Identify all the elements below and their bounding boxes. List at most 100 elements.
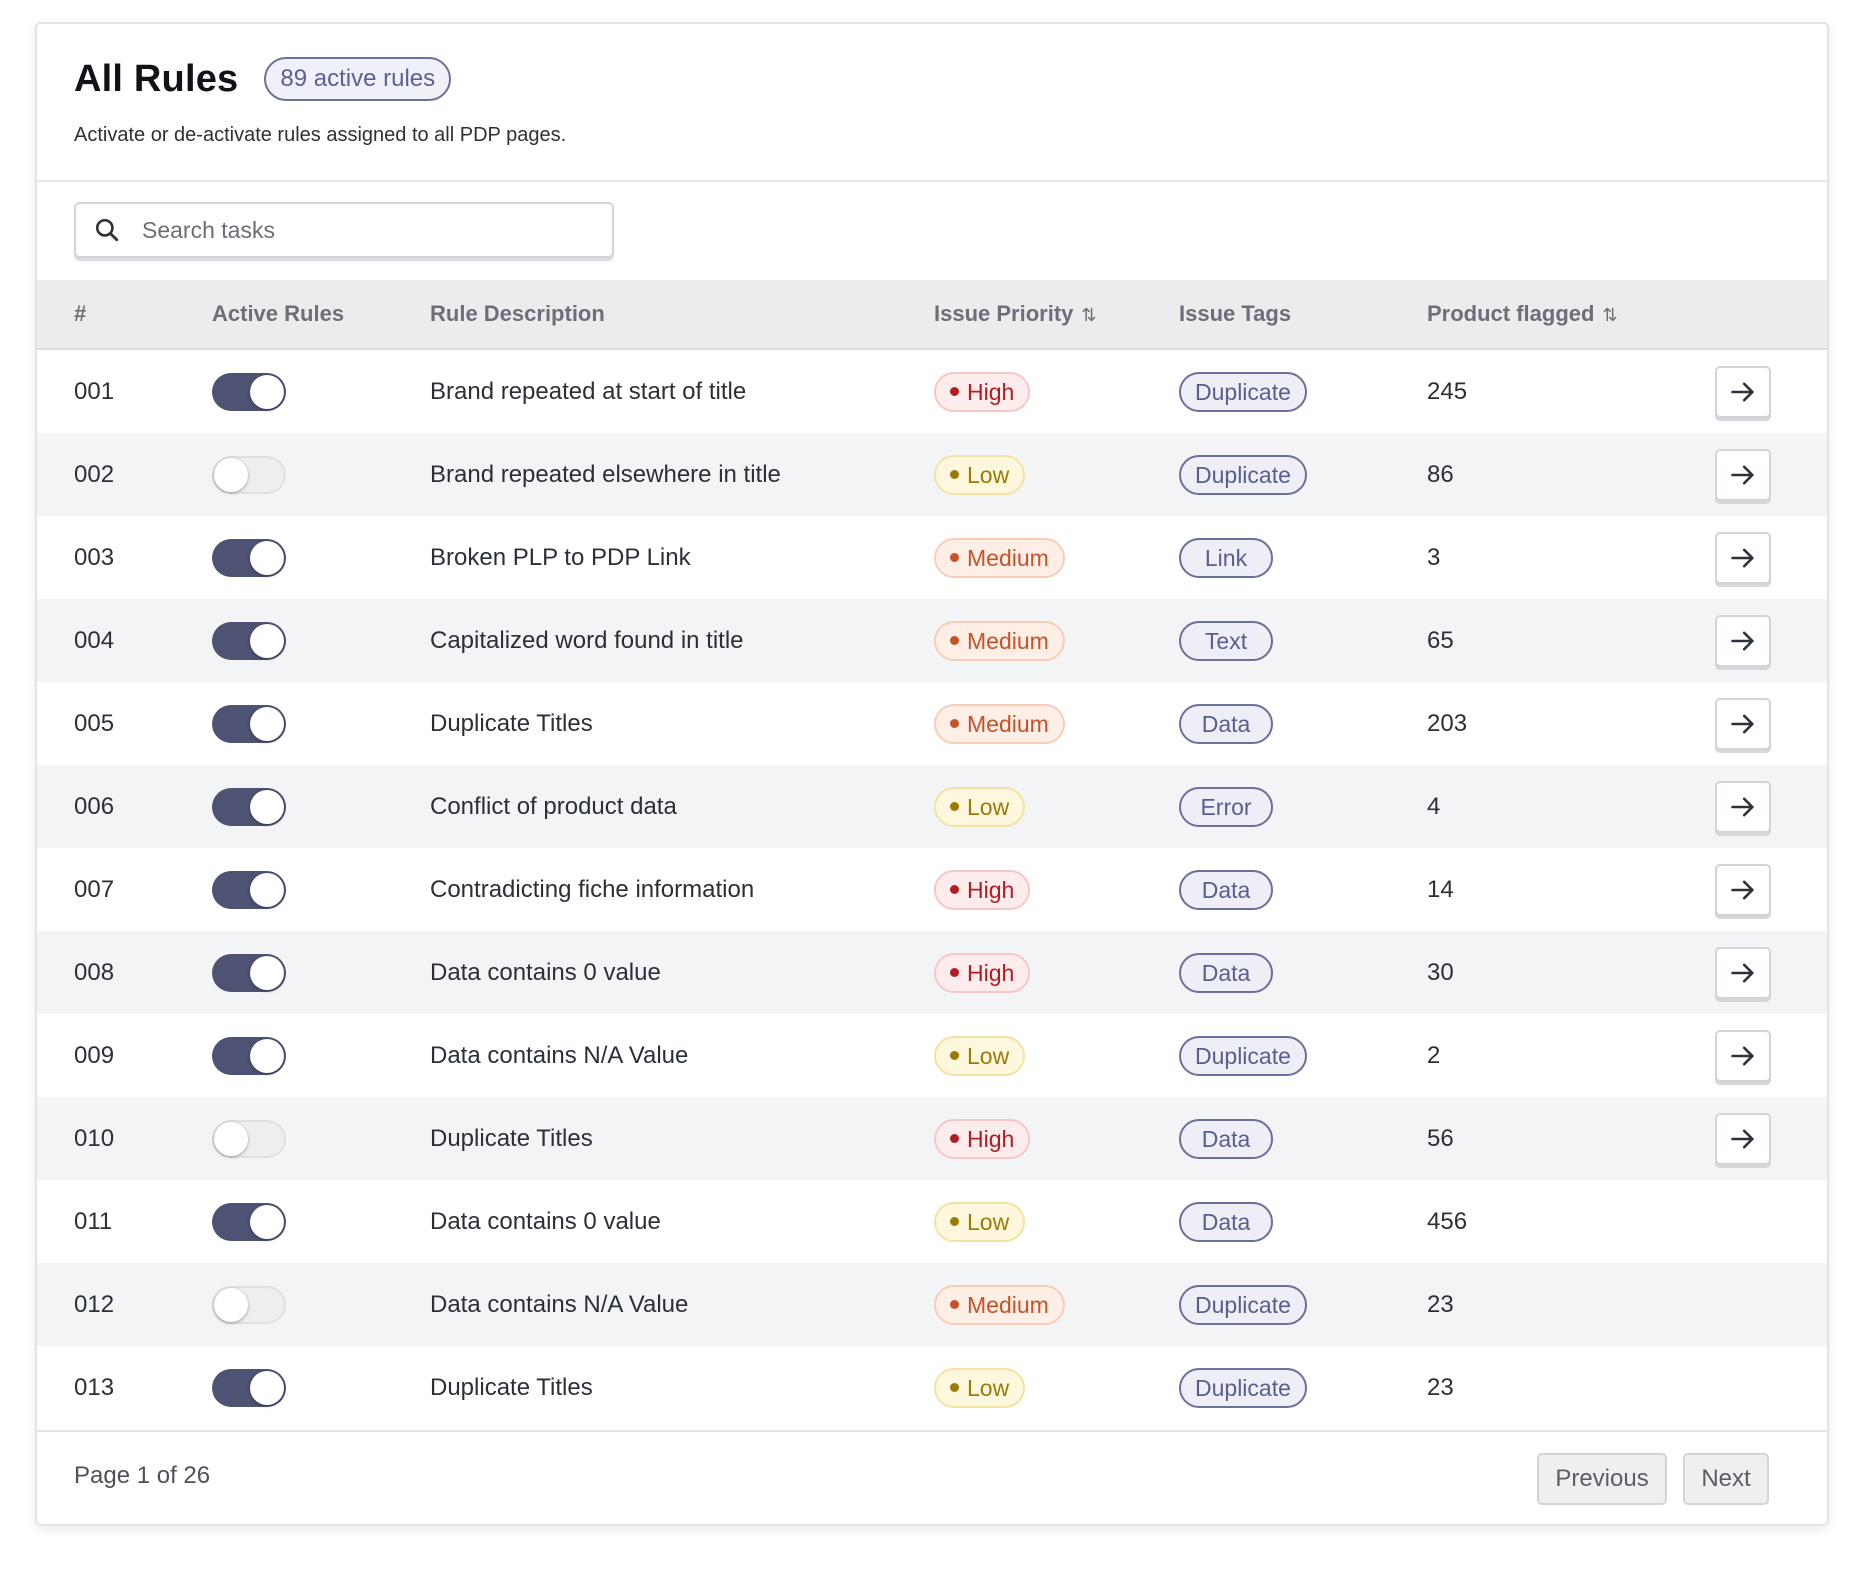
action-cell bbox=[1715, 433, 1771, 516]
rule-description: Data contains 0 value bbox=[430, 1207, 661, 1235]
priority-cell: Low bbox=[934, 1014, 1026, 1097]
table-row: 009 Data contains N/A Value Low Duplicate 2 bbox=[37, 1014, 1827, 1097]
column-header-issue-priority-label: Issue Priority bbox=[934, 301, 1074, 326]
tag-cell: Link bbox=[1179, 516, 1273, 599]
rule-description: Brand repeated elsewhere in title bbox=[430, 460, 781, 488]
product-flagged-count: 4 bbox=[1427, 792, 1441, 820]
toggle-cell bbox=[212, 516, 286, 599]
priority-badge: High bbox=[934, 869, 1031, 910]
active-rule-toggle[interactable] bbox=[212, 953, 286, 992]
rule-number: 009 bbox=[74, 1041, 115, 1069]
search-input[interactable] bbox=[140, 212, 584, 248]
table-row: 012 Data contains N/A Value Medium Duplicat… bbox=[37, 1263, 1827, 1346]
search-box[interactable] bbox=[74, 202, 614, 258]
action-cell bbox=[1715, 1097, 1771, 1180]
toggle-cell bbox=[212, 350, 286, 433]
toggle-cell bbox=[212, 848, 286, 931]
sort-icon[interactable]: ⇅ bbox=[1602, 305, 1617, 325]
priority-dot-icon bbox=[950, 719, 959, 728]
active-rule-toggle[interactable] bbox=[212, 870, 286, 909]
toggle-knob bbox=[250, 706, 284, 741]
priority-dot-icon bbox=[950, 1051, 959, 1060]
column-header-number: # bbox=[74, 301, 87, 326]
active-rule-toggle[interactable] bbox=[212, 455, 286, 494]
active-rule-toggle[interactable] bbox=[212, 621, 286, 660]
active-rule-toggle[interactable] bbox=[212, 1202, 286, 1241]
priority-badge: Low bbox=[934, 1035, 1026, 1076]
priority-label: High bbox=[967, 378, 1015, 405]
open-rule-button[interactable] bbox=[1715, 946, 1771, 999]
priority-label: Medium bbox=[967, 627, 1049, 654]
table-row: 005 Duplicate Titles Medium Data 203 bbox=[37, 682, 1827, 765]
action-cell bbox=[1715, 765, 1771, 848]
priority-label: Low bbox=[967, 461, 1010, 488]
priority-cell: High bbox=[934, 931, 1031, 1014]
sort-icon[interactable]: ⇅ bbox=[1081, 305, 1096, 325]
toggle-knob bbox=[250, 955, 284, 990]
priority-badge: Low bbox=[934, 454, 1026, 495]
toggle-knob bbox=[250, 623, 284, 658]
active-rule-toggle[interactable] bbox=[212, 1368, 286, 1407]
active-rule-toggle[interactable] bbox=[212, 538, 286, 577]
active-rule-toggle[interactable] bbox=[212, 372, 286, 411]
open-rule-button[interactable] bbox=[1715, 1112, 1771, 1165]
table-body: 001 Brand repeated at start of title High D… bbox=[37, 350, 1827, 1429]
priority-badge: High bbox=[934, 952, 1031, 993]
previous-button[interactable]: Previous bbox=[1537, 1453, 1667, 1505]
product-flagged-count: 86 bbox=[1427, 460, 1454, 488]
rule-number: 005 bbox=[74, 709, 115, 737]
open-rule-button[interactable] bbox=[1715, 863, 1771, 916]
tag-cell: Data bbox=[1179, 1180, 1273, 1263]
rule-number: 003 bbox=[74, 543, 115, 571]
table-row: 003 Broken PLP to PDP Link Medium Link 3 bbox=[37, 516, 1827, 599]
active-rule-toggle[interactable] bbox=[212, 1119, 286, 1158]
issue-tag-badge: Data bbox=[1179, 1118, 1273, 1159]
open-rule-button[interactable] bbox=[1715, 697, 1771, 750]
next-button[interactable]: Next bbox=[1683, 1453, 1769, 1505]
priority-cell: Medium bbox=[934, 1263, 1065, 1346]
column-header-issue-priority[interactable]: Issue Priority ⇅ bbox=[934, 280, 1096, 348]
issue-tag-badge: Data bbox=[1179, 1201, 1273, 1242]
product-flagged-count: 203 bbox=[1427, 709, 1468, 737]
priority-cell: Low bbox=[934, 1346, 1026, 1429]
priority-cell: High bbox=[934, 350, 1031, 433]
toggle-knob bbox=[250, 1038, 284, 1073]
toggle-knob bbox=[250, 374, 284, 409]
tag-cell: Duplicate bbox=[1179, 1346, 1307, 1429]
priority-label: Low bbox=[967, 1374, 1010, 1401]
column-header-product-flagged[interactable]: Product flagged ⇅ bbox=[1427, 280, 1618, 348]
table-header: # Active Rules Rule Description Issue Pr… bbox=[37, 280, 1827, 350]
active-rule-toggle[interactable] bbox=[212, 1036, 286, 1075]
active-rule-toggle[interactable] bbox=[212, 1285, 286, 1324]
priority-label: Low bbox=[967, 1208, 1010, 1235]
priority-label: Medium bbox=[967, 1291, 1049, 1318]
active-rule-toggle[interactable] bbox=[212, 704, 286, 743]
toggle-knob bbox=[214, 1287, 248, 1322]
open-rule-button[interactable] bbox=[1715, 1029, 1771, 1082]
product-flagged-count: 14 bbox=[1427, 875, 1454, 903]
issue-tag-badge: Link bbox=[1179, 537, 1273, 578]
open-rule-button[interactable] bbox=[1715, 614, 1771, 667]
priority-cell: High bbox=[934, 1097, 1031, 1180]
open-rule-button[interactable] bbox=[1715, 365, 1771, 418]
priority-cell: Low bbox=[934, 765, 1026, 848]
priority-dot-icon bbox=[950, 636, 959, 645]
table-row: 007 Contradicting fiche information High Da… bbox=[37, 848, 1827, 931]
priority-label: High bbox=[967, 959, 1015, 986]
toggle-knob bbox=[250, 540, 284, 575]
active-rule-toggle[interactable] bbox=[212, 787, 286, 826]
product-flagged-count: 2 bbox=[1427, 1041, 1441, 1069]
column-header-rule-description: Rule Description bbox=[430, 301, 605, 326]
rule-description: Capitalized word found in title bbox=[430, 626, 744, 654]
toggle-cell bbox=[212, 1097, 286, 1180]
tag-cell: Data bbox=[1179, 848, 1273, 931]
toggle-knob bbox=[250, 1370, 284, 1405]
product-flagged-count: 456 bbox=[1427, 1207, 1468, 1235]
open-rule-button[interactable] bbox=[1715, 531, 1771, 584]
rule-number: 012 bbox=[74, 1290, 115, 1318]
arrow-right-icon bbox=[1731, 963, 1754, 982]
open-rule-button[interactable] bbox=[1715, 448, 1771, 501]
priority-badge: Low bbox=[934, 1201, 1026, 1242]
open-rule-button[interactable] bbox=[1715, 780, 1771, 833]
action-cell bbox=[1715, 1014, 1771, 1097]
